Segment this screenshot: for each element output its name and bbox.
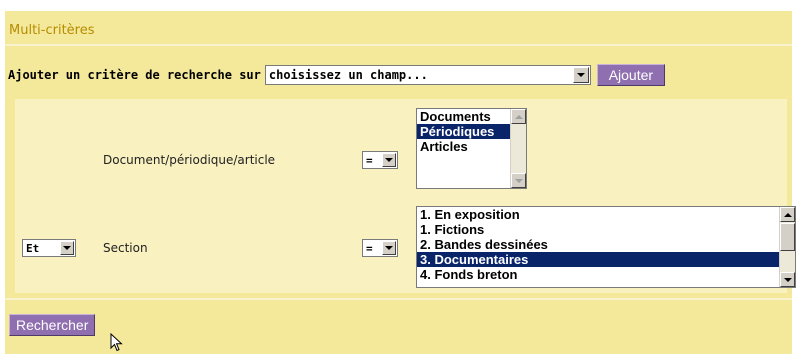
scroll-down-icon[interactable] [780,272,795,287]
operator-select-section[interactable]: = [362,239,398,257]
chevron-down-icon[interactable] [382,241,396,255]
listbox-scrollbar[interactable] [779,207,795,287]
operator-value: = [366,154,373,167]
listbox-option[interactable]: 1. Fictions [417,222,795,237]
panel-title: Multi-critères [9,23,95,38]
field-select[interactable]: choisissez un champ... [264,65,591,85]
title-divider [5,44,792,46]
multi-criteria-panel: Multi-critères Ajouter un critère de rec… [5,11,796,354]
criterion-label-document-type: Document/périodique/article [103,153,276,167]
add-button[interactable]: Ajouter [596,64,665,86]
chevron-down-icon[interactable] [60,241,74,255]
bottom-divider [5,298,792,300]
section-listbox[interactable]: 1. En exposition 1. Fictions 2. Bandes d… [416,206,796,288]
listbox-option[interactable]: 1. En exposition [417,207,795,222]
mouse-cursor-icon [110,333,123,352]
operator-value: = [366,242,373,255]
listbox-option[interactable]: 4. Fonds breton [417,267,795,282]
criterion-label-section: Section [103,241,148,255]
listbox-scrollbar[interactable] [510,109,526,188]
document-type-listbox[interactable]: Documents Périodiques Articles [416,108,527,189]
connector-value: Et [26,242,40,255]
search-button[interactable]: Rechercher [9,314,96,336]
connector-select[interactable]: Et [22,239,76,257]
add-criterion-label: Ajouter un critère de recherche sur [8,68,261,82]
operator-select-document-type[interactable]: = [362,151,398,169]
listbox-option[interactable]: 2. Bandes dessinées [417,237,795,252]
scroll-down-icon[interactable] [511,173,526,188]
chevron-down-icon[interactable] [572,67,589,83]
listbox-option-selected[interactable]: 3. Documentaires [417,252,795,267]
field-select-value: choisissez un champ... [268,68,428,82]
add-criterion-row: Ajouter un critère de recherche sur choi… [8,64,665,86]
scroll-up-icon[interactable] [780,207,795,222]
criteria-list: Document/périodique/article = Documents … [15,99,796,293]
chevron-down-icon[interactable] [382,153,396,167]
scroll-thumb[interactable] [780,223,795,251]
scroll-up-icon[interactable] [511,109,526,124]
